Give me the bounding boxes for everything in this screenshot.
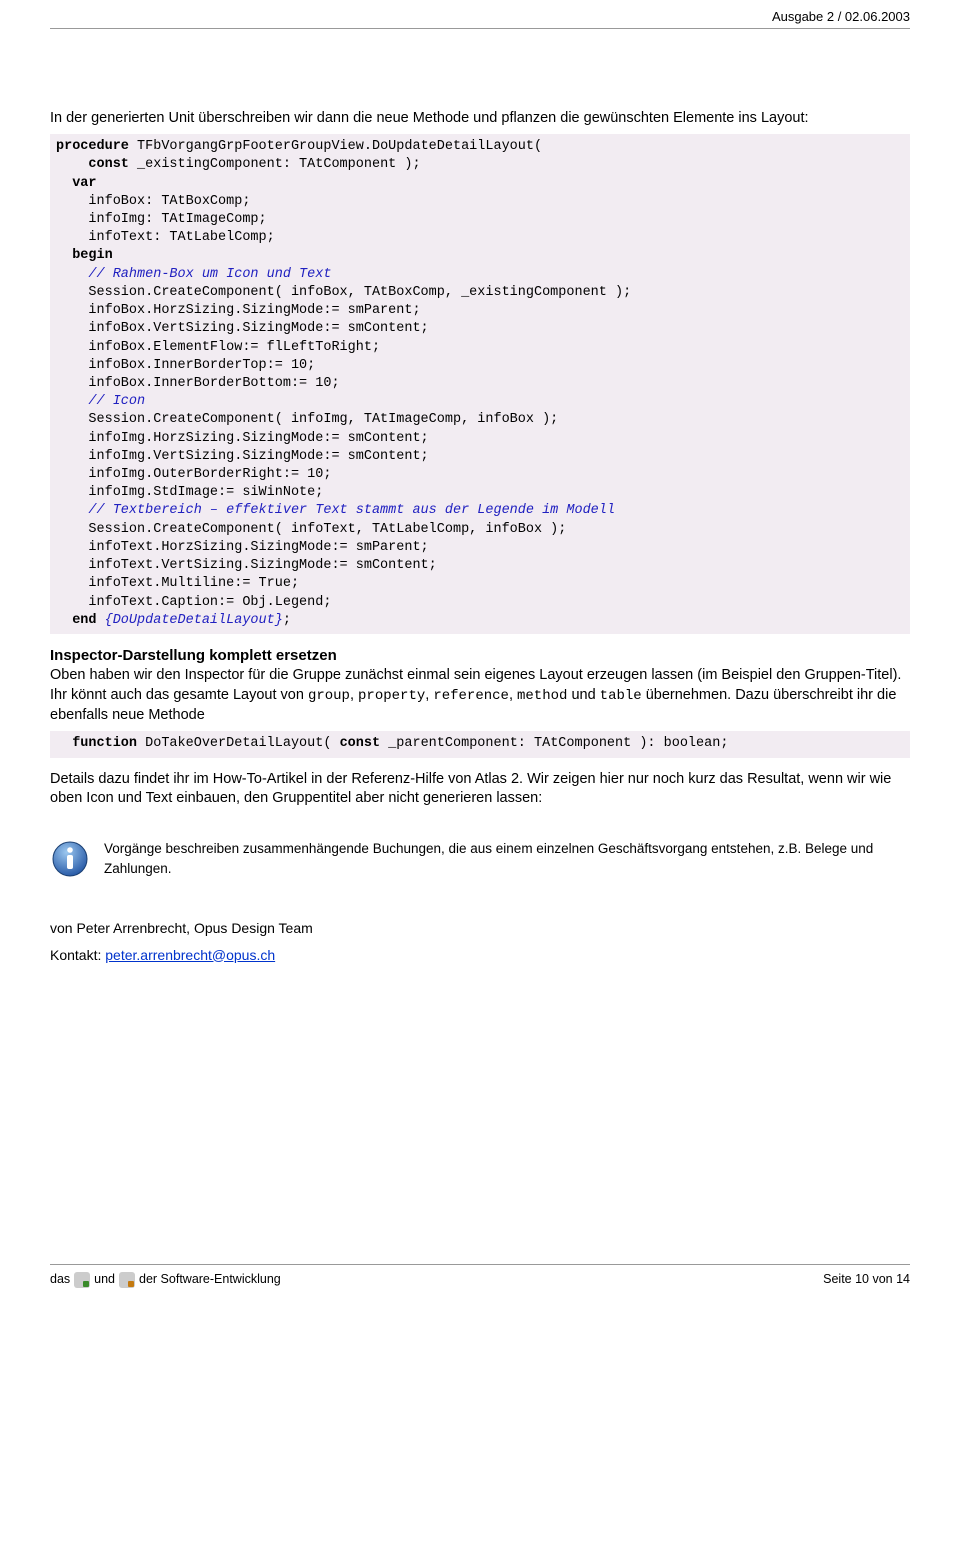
code-text: Session.CreateComponent( infoText, TAtLa… bbox=[56, 522, 566, 537]
comment: // Textbereich – effektiver Text stammt … bbox=[56, 503, 615, 518]
code-text: Session.CreateComponent( infoBox, TAtBox… bbox=[56, 285, 631, 300]
page-footer: das und der Software-Entwicklung Seite 1… bbox=[50, 1264, 910, 1288]
code-inline: reference bbox=[433, 688, 509, 704]
code-inline: group bbox=[308, 688, 350, 704]
logo-icon bbox=[74, 1272, 90, 1288]
keyword: procedure bbox=[56, 139, 129, 154]
footer-word: und bbox=[94, 1271, 115, 1288]
code-text: _parentComponent: TAtComponent ): boolea… bbox=[380, 736, 728, 751]
code-inline: method bbox=[517, 688, 567, 704]
code-text: infoBox: TAtBoxComp; bbox=[56, 194, 250, 209]
followup-paragraph: Details dazu findet ihr im How-To-Artike… bbox=[50, 770, 910, 809]
comment: {DoUpdateDetailLayout} bbox=[105, 613, 283, 628]
keyword: const bbox=[340, 736, 381, 751]
code-text: infoBox.InnerBorderTop:= 10; bbox=[56, 358, 315, 373]
code-text: infoText: TAtLabelComp; bbox=[56, 230, 275, 245]
code-text: _existingComponent: TAtComponent ); bbox=[129, 157, 421, 172]
text: und bbox=[567, 687, 599, 703]
contact-label: Kontakt: bbox=[50, 947, 105, 963]
code-text: infoBox.VertSizing.SizingMode:= smConten… bbox=[56, 321, 429, 336]
code-text: infoImg: TAtImageComp; bbox=[56, 212, 267, 227]
code-block-2: function DoTakeOverDetailLayout( const _… bbox=[50, 731, 910, 757]
info-text: Vorgänge beschreiben zusammenhängende Bu… bbox=[104, 839, 910, 878]
section-title: Inspector-Darstellung komplett ersetzen bbox=[50, 646, 910, 666]
intro-paragraph: In der generierten Unit überschreiben wi… bbox=[50, 109, 910, 129]
keyword: const bbox=[56, 157, 129, 172]
keyword: var bbox=[56, 176, 97, 191]
code-text: infoImg.HorzSizing.SizingMode:= smConten… bbox=[56, 431, 429, 446]
code-text: infoImg.StdImage:= siWinNote; bbox=[56, 485, 323, 500]
text: , bbox=[509, 687, 517, 703]
code-text: infoImg.OuterBorderRight:= 10; bbox=[56, 467, 331, 482]
footer-left: das und der Software-Entwicklung bbox=[50, 1271, 281, 1288]
code-text: infoText.HorzSizing.SizingMode:= smParen… bbox=[56, 540, 429, 555]
info-icon bbox=[50, 839, 90, 879]
comment: // Icon bbox=[56, 394, 145, 409]
code-text: Session.CreateComponent( infoImg, TAtIma… bbox=[56, 412, 558, 427]
code-text: TFbVorgangGrpFooterGroupView.DoUpdateDet… bbox=[129, 139, 542, 154]
footer-word: der Software-Entwicklung bbox=[139, 1271, 281, 1288]
keyword: begin bbox=[56, 248, 113, 263]
email-link[interactable]: peter.arrenbrecht@opus.ch bbox=[105, 947, 275, 963]
issue-header: Ausgabe 2 / 02.06.2003 bbox=[50, 0, 910, 29]
code-text: infoBox.HorzSizing.SizingMode:= smParent… bbox=[56, 303, 421, 318]
code-text: infoText.Multiline:= True; bbox=[56, 576, 299, 591]
code-inline: table bbox=[600, 688, 642, 704]
section-paragraph: Oben haben wir den Inspector für die Gru… bbox=[50, 666, 910, 725]
code-text: infoBox.ElementFlow:= flLeftToRight; bbox=[56, 340, 380, 355]
code-text: infoBox.InnerBorderBottom:= 10; bbox=[56, 376, 340, 391]
code-text: DoTakeOverDetailLayout( bbox=[137, 736, 340, 751]
keyword: function bbox=[56, 736, 137, 751]
page-number: Seite 10 von 14 bbox=[823, 1271, 910, 1288]
contact-line: Kontakt: peter.arrenbrecht@opus.ch bbox=[50, 946, 910, 965]
keyword: end bbox=[56, 613, 105, 628]
footer-word: das bbox=[50, 1271, 70, 1288]
code-text: infoText.Caption:= Obj.Legend; bbox=[56, 595, 331, 610]
code-text: ; bbox=[283, 613, 291, 628]
comment: // Rahmen-Box um Icon und Text bbox=[56, 267, 331, 282]
author-line: von Peter Arrenbrecht, Opus Design Team bbox=[50, 919, 910, 938]
text: , bbox=[350, 687, 358, 703]
code-inline: property bbox=[358, 688, 425, 704]
code-text: infoText.VertSizing.SizingMode:= smConte… bbox=[56, 558, 437, 573]
info-row: Vorgänge beschreiben zusammenhängende Bu… bbox=[50, 839, 910, 879]
logo-icon bbox=[119, 1272, 135, 1288]
code-block-1: procedure TFbVorgangGrpFooterGroupView.D… bbox=[50, 134, 910, 634]
code-text: infoImg.VertSizing.SizingMode:= smConten… bbox=[56, 449, 429, 464]
